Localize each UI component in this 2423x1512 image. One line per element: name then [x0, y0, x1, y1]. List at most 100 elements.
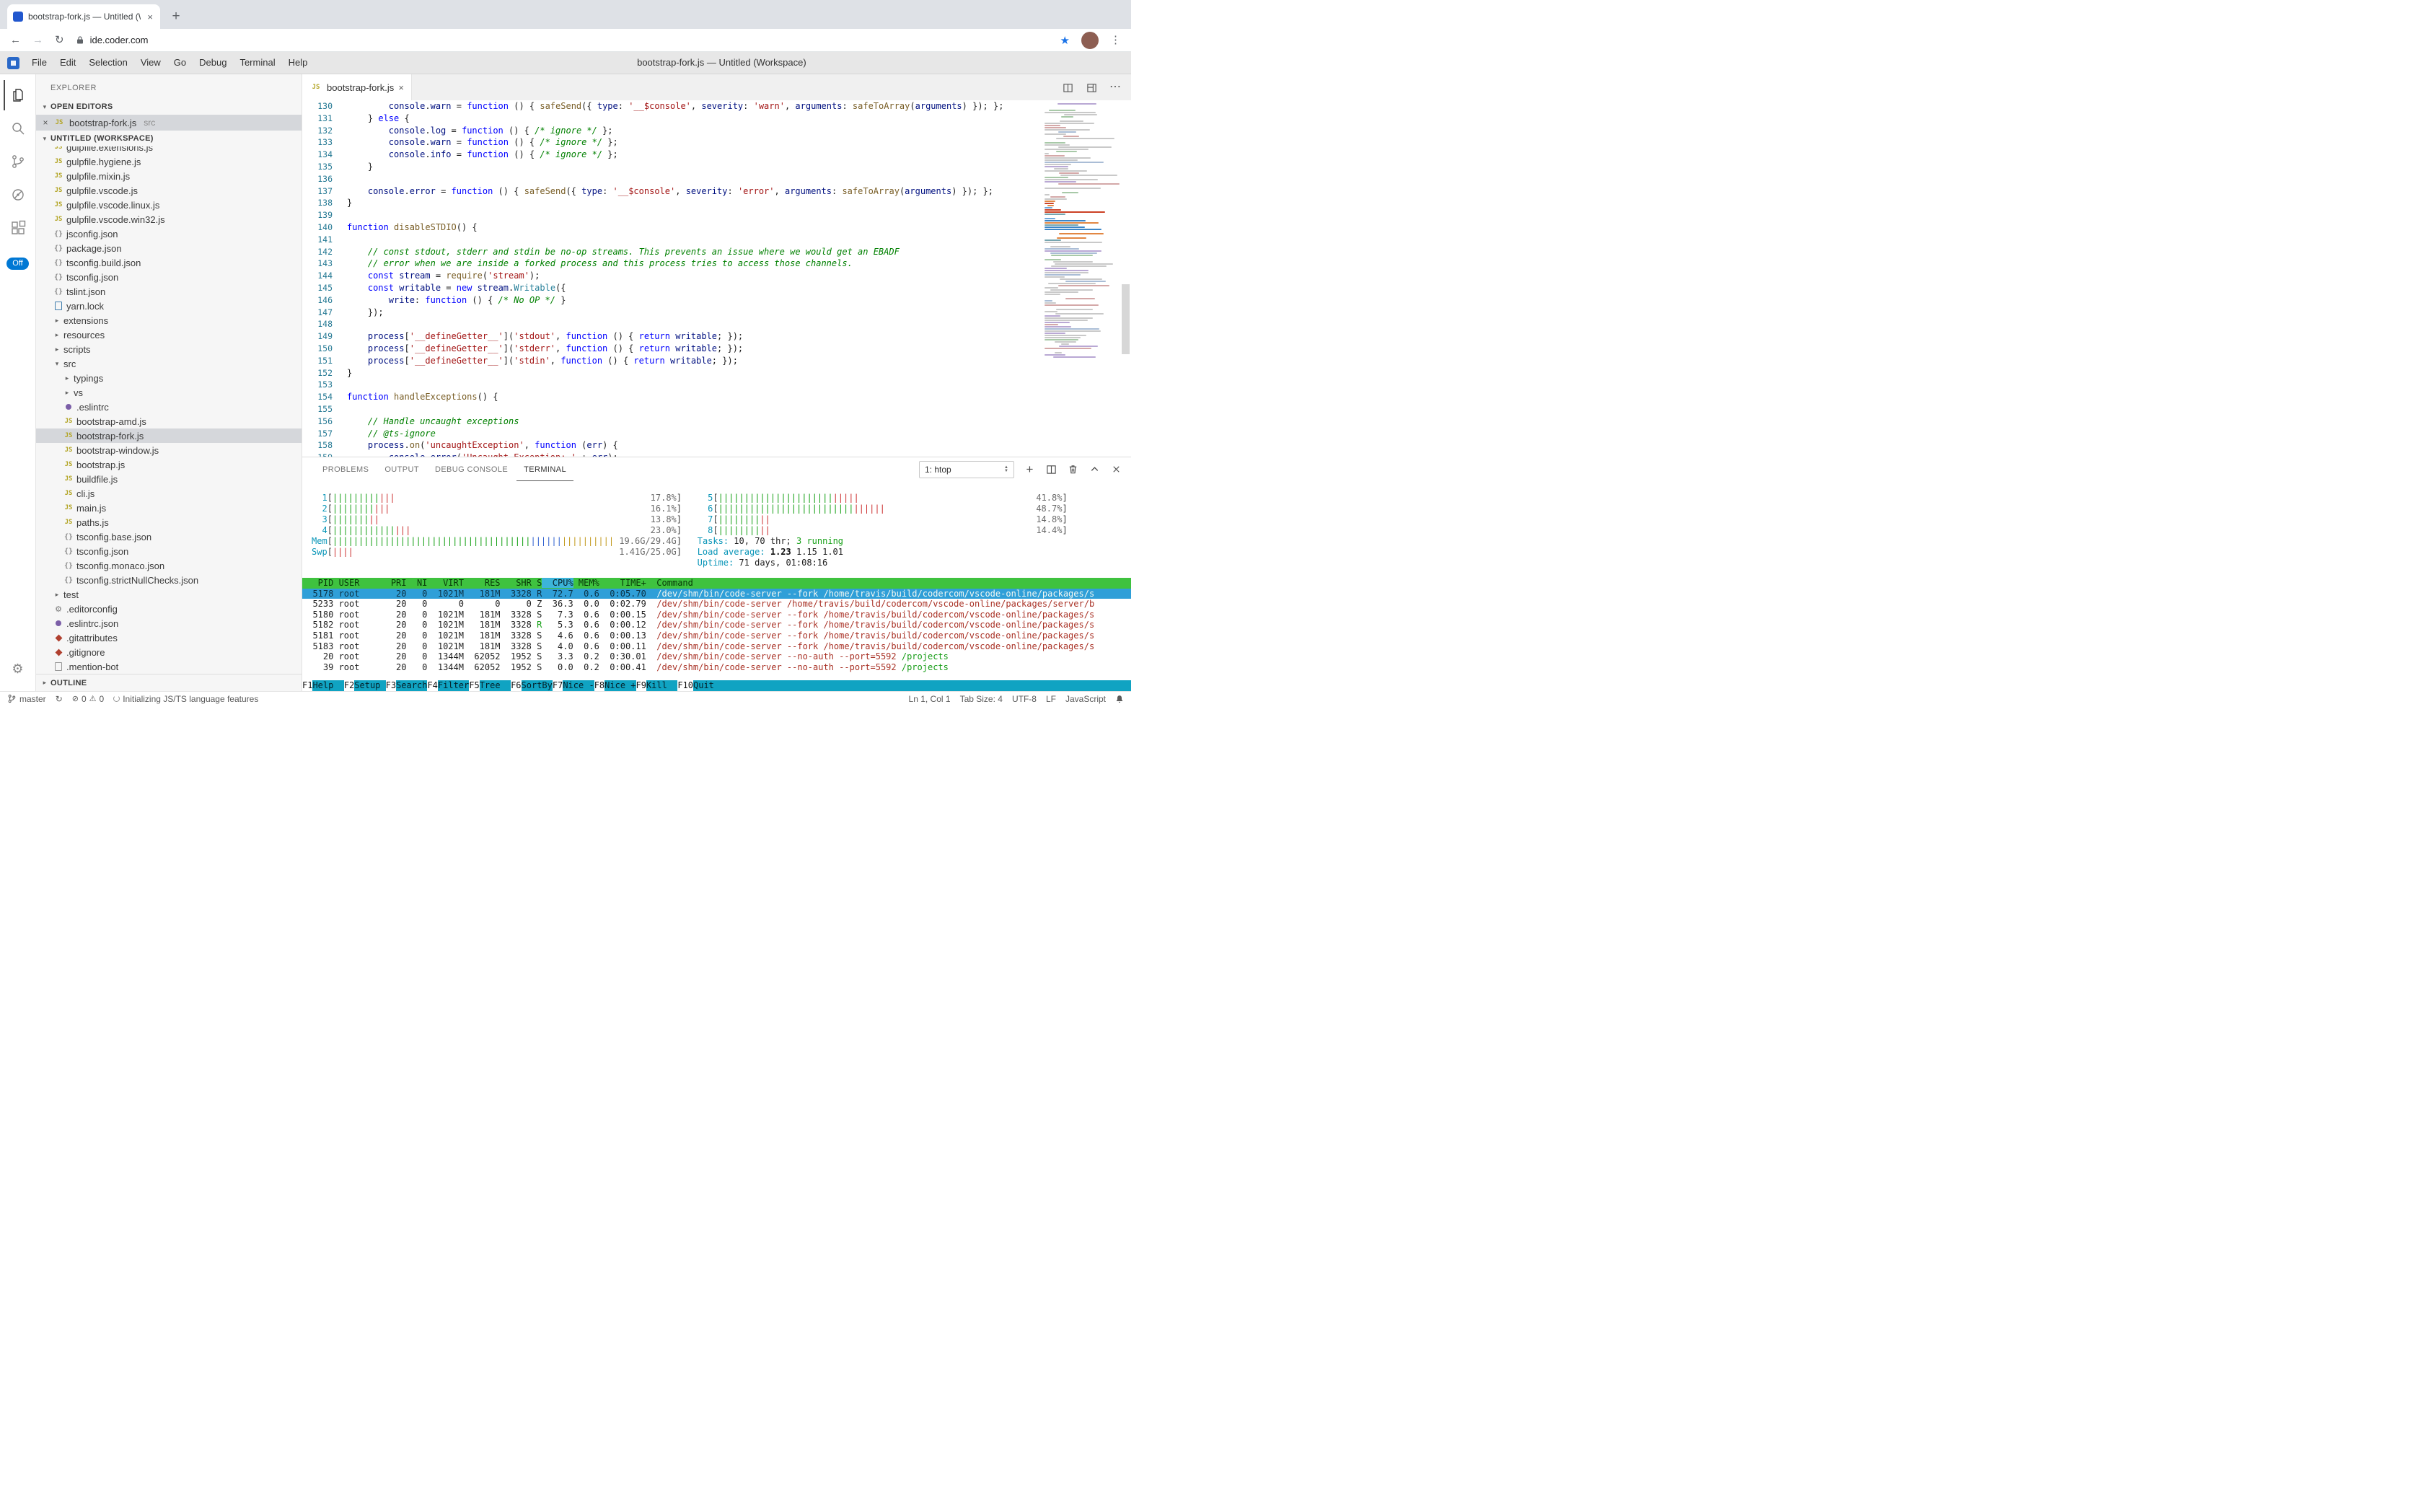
notifications-bell-icon[interactable] — [1115, 695, 1124, 703]
back-icon[interactable]: ← — [10, 35, 21, 45]
code-line-141[interactable]: 141 — [302, 234, 1131, 246]
code-line-132[interactable]: 132 console.log = function () { /* ignor… — [302, 125, 1131, 137]
tree-item--eslintrc[interactable]: .eslintrc — [36, 400, 302, 414]
tree-item-package-json[interactable]: {}package.json — [36, 241, 302, 255]
new-tab-button[interactable]: + — [166, 6, 186, 27]
minimap[interactable] — [1039, 102, 1120, 359]
tree-item-gulpfile-extensions-js[interactable]: JSgulpfile.extensions.js — [36, 146, 302, 154]
tree-item-gulpfile-vscode-js[interactable]: JSgulpfile.vscode.js — [36, 183, 302, 198]
tree-item--mention-bot[interactable]: .mention-bot — [36, 659, 302, 674]
terminal-select[interactable]: 1: htop ▲▼ — [919, 461, 1014, 478]
menu-terminal[interactable]: Terminal — [233, 52, 281, 74]
code-line-144[interactable]: 144 const stream = require('stream'); — [302, 270, 1131, 282]
browser-tab[interactable]: bootstrap-fork.js — Untitled (W × — [7, 4, 160, 29]
menu-help[interactable]: Help — [282, 52, 315, 74]
tree-item-tsconfig-json[interactable]: {}tsconfig.json — [36, 544, 302, 558]
code-line-130[interactable]: 130 console.warn = function () { safeSen… — [302, 100, 1131, 113]
code-line-145[interactable]: 145 const writable = new stream.Writable… — [302, 282, 1131, 294]
debug-icon[interactable] — [4, 180, 32, 210]
tree-item-vs[interactable]: ▸vs — [36, 385, 302, 400]
language-mode[interactable]: JavaScript — [1065, 694, 1106, 704]
bookmark-star-icon[interactable]: ★ — [1060, 34, 1070, 47]
new-terminal-icon[interactable]: + — [1024, 463, 1036, 475]
panel-tab-debug-console[interactable]: DEBUG CONSOLE — [428, 457, 515, 481]
code-line-143[interactable]: 143 // error when we are inside a forked… — [302, 258, 1131, 270]
code-line-152[interactable]: 152} — [302, 367, 1131, 379]
editor-tab-close-icon[interactable]: × — [398, 82, 404, 93]
menu-view[interactable]: View — [134, 52, 167, 74]
forward-icon[interactable]: → — [32, 35, 43, 45]
tree-item-tsconfig-monaco-json[interactable]: {}tsconfig.monaco.json — [36, 558, 302, 573]
tree-item-bootstrap-window-js[interactable]: JSbootstrap-window.js — [36, 443, 302, 457]
extensions-icon[interactable] — [4, 213, 32, 243]
off-badge[interactable]: Off — [6, 258, 28, 270]
tree-item-gulpfile-vscode-linux-js[interactable]: JSgulpfile.vscode.linux.js — [36, 198, 302, 212]
problems-item[interactable]: ⊘ 0 ⚠ 0 — [72, 694, 104, 704]
code-line-131[interactable]: 131 } else { — [302, 113, 1131, 125]
menu-edit[interactable]: Edit — [53, 52, 82, 74]
panel-tab-problems[interactable]: PROBLEMS — [315, 457, 376, 481]
code-line-137[interactable]: 137 console.error = function () { safeSe… — [302, 185, 1131, 198]
open-editors-header[interactable]: ▾ OPEN EDITORS — [36, 99, 302, 115]
code-line-149[interactable]: 149 process['__defineGetter__']('stdout'… — [302, 330, 1131, 343]
code-line-138[interactable]: 138} — [302, 197, 1131, 209]
explorer-icon[interactable] — [4, 80, 32, 110]
tree-item-bootstrap-js[interactable]: JSbootstrap.js — [36, 457, 302, 472]
code-line-153[interactable]: 153 — [302, 379, 1131, 391]
tree-item-test[interactable]: ▸test — [36, 587, 302, 602]
open-editor-item[interactable]: × JS bootstrap-fork.js src — [36, 115, 302, 131]
code-line-140[interactable]: 140function disableSTDIO() { — [302, 221, 1131, 234]
profile-avatar[interactable] — [1081, 32, 1099, 49]
tree-item-typings[interactable]: ▸typings — [36, 371, 302, 385]
outline-header[interactable]: ▸ OUTLINE — [36, 674, 302, 691]
code-line-134[interactable]: 134 console.info = function () { /* igno… — [302, 149, 1131, 161]
search-icon[interactable] — [4, 113, 32, 144]
settings-gear-icon[interactable]: ⚙ — [4, 654, 32, 684]
code-line-146[interactable]: 146 write: function () { /* No OP */ } — [302, 294, 1131, 307]
kill-terminal-trash-icon[interactable] — [1067, 463, 1079, 475]
more-actions-icon[interactable]: ⋯ — [1109, 82, 1121, 93]
editor-scrollbar[interactable] — [1122, 284, 1130, 354]
eol[interactable]: LF — [1046, 694, 1056, 704]
cursor-position[interactable]: Ln 1, Col 1 — [909, 694, 951, 704]
code-line-150[interactable]: 150 process['__defineGetter__']('stderr'… — [302, 343, 1131, 355]
split-editor-icon[interactable] — [1062, 82, 1074, 94]
menu-selection[interactable]: Selection — [82, 52, 133, 74]
editor-tab[interactable]: JS bootstrap-fork.js × — [302, 74, 412, 100]
sync-icon[interactable]: ↻ — [56, 694, 63, 704]
tree-item-gulpfile-hygiene-js[interactable]: JSgulpfile.hygiene.js — [36, 154, 302, 169]
tree-item-gulpfile-mixin-js[interactable]: JSgulpfile.mixin.js — [36, 169, 302, 183]
tree-item-paths-js[interactable]: JSpaths.js — [36, 515, 302, 529]
menu-go[interactable]: Go — [167, 52, 193, 74]
code-line-154[interactable]: 154function handleExceptions() { — [302, 391, 1131, 403]
terminal[interactable]: 1[|||||||||||| 17.8%] 5[||||||||||||||||… — [302, 481, 1131, 691]
tree-item-tsconfig-build-json[interactable]: {}tsconfig.build.json — [36, 255, 302, 270]
encoding[interactable]: UTF-8 — [1012, 694, 1037, 704]
tree-item-tsconfig-json[interactable]: {}tsconfig.json — [36, 270, 302, 284]
source-control-icon[interactable] — [4, 146, 32, 177]
code-editor[interactable]: 130 console.warn = function () { safeSen… — [302, 100, 1131, 457]
code-line-151[interactable]: 151 process['__defineGetter__']('stdin',… — [302, 355, 1131, 367]
panel-tab-terminal[interactable]: TERMINAL — [516, 457, 573, 481]
tab-size[interactable]: Tab Size: 4 — [960, 694, 1003, 704]
code-line-148[interactable]: 148 — [302, 318, 1131, 330]
tree-item--gitattributes[interactable]: .gitattributes — [36, 630, 302, 645]
menu-file[interactable]: File — [25, 52, 53, 74]
code-line-133[interactable]: 133 console.warn = function () { /* igno… — [302, 136, 1131, 149]
tree-item-bootstrap-amd-js[interactable]: JSbootstrap-amd.js — [36, 414, 302, 428]
code-line-158[interactable]: 158 process.on('uncaughtException', func… — [302, 439, 1131, 452]
code-line-135[interactable]: 135 } — [302, 161, 1131, 173]
browser-menu-icon[interactable]: ⋮ — [1110, 35, 1121, 45]
code-line-139[interactable]: 139 — [302, 209, 1131, 221]
code-line-147[interactable]: 147 }); — [302, 307, 1131, 319]
tree-item-resources[interactable]: ▸resources — [36, 328, 302, 342]
maximize-panel-icon[interactable] — [1089, 463, 1101, 475]
tree-item-extensions[interactable]: ▸extensions — [36, 313, 302, 328]
tree-item-gulpfile-vscode-win32-js[interactable]: JSgulpfile.vscode.win32.js — [36, 212, 302, 227]
close-panel-icon[interactable] — [1110, 463, 1122, 475]
code-line-157[interactable]: 157 // @ts-ignore — [302, 428, 1131, 440]
code-line-156[interactable]: 156 // Handle uncaught exceptions — [302, 416, 1131, 428]
toggle-layout-icon[interactable] — [1086, 82, 1098, 94]
code-line-136[interactable]: 136 — [302, 173, 1131, 185]
git-branch-item[interactable]: master — [7, 694, 46, 704]
